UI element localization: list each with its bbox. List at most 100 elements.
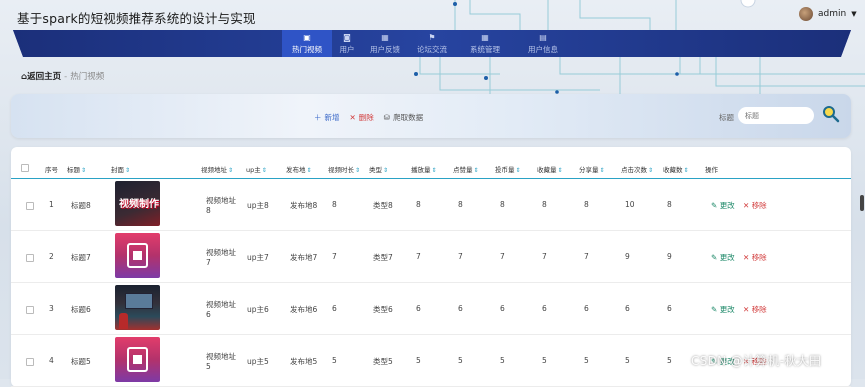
- cell-place: 发布地6: [290, 305, 318, 314]
- cell-clicks: 5: [625, 356, 630, 365]
- nav-item-system[interactable]: ▦ 系统管理: [456, 30, 514, 57]
- edit-button[interactable]: ✎ 更改: [711, 304, 735, 315]
- cell-title: 标题5: [71, 357, 91, 366]
- calendar-icon: ▤: [539, 32, 547, 42]
- add-button[interactable]: ＋新增: [314, 112, 340, 123]
- scrollbar-thumb[interactable]: [860, 195, 864, 211]
- nav-label: 系统管理: [470, 44, 500, 54]
- col-header: 操作: [705, 166, 718, 174]
- cover-image: 视频制作: [115, 181, 160, 226]
- cell-favcount: 8: [667, 200, 672, 209]
- remove-button[interactable]: ✕ 移除: [743, 252, 767, 263]
- cell-type: 类型6: [373, 305, 393, 314]
- search-input[interactable]: [738, 107, 814, 124]
- watermark: CSDN @计算机-秋大田: [691, 354, 822, 368]
- sort-icon: ⇕: [81, 167, 87, 174]
- col-header[interactable]: 播放量⇕: [411, 164, 437, 174]
- cell-no: 3: [49, 304, 54, 313]
- edit-button[interactable]: ✎ 更改: [711, 200, 735, 211]
- breadcrumb-separator: -: [64, 72, 68, 82]
- cell-clicks: 6: [625, 304, 630, 313]
- cell-title: 标题6: [71, 305, 91, 314]
- sort-icon: ⇕: [383, 167, 389, 174]
- row-checkbox[interactable]: [26, 306, 34, 314]
- remove-button[interactable]: ✕ 移除: [743, 304, 767, 315]
- cover-image: [115, 285, 160, 330]
- toolbar-actions: ＋新增 ✕ 删除 ⛁ 爬取数据: [314, 112, 423, 123]
- nav-item-hot-videos[interactable]: ▣ 热门视频: [282, 30, 332, 57]
- cell-no: 1: [49, 200, 54, 209]
- cell-favs: 6: [542, 304, 547, 313]
- edit-button[interactable]: ✎ 更改: [711, 252, 735, 263]
- table-row: 1 标题8 视频制作 视频地址 8 up主8 发布地8 8 类型8 8 8 8 …: [11, 179, 851, 231]
- nav-item-user-info[interactable]: ▤ 用户信息: [514, 30, 572, 57]
- cell-plays: 8: [416, 200, 421, 209]
- sort-icon: ⇕: [648, 167, 654, 174]
- row-checkbox[interactable]: [26, 358, 34, 366]
- cell-url: 视频地址: [206, 196, 236, 205]
- user-icon: ◙: [343, 32, 351, 42]
- cell-url-num: 5: [206, 362, 211, 371]
- crawl-button[interactable]: ⛁ 爬取数据: [384, 112, 423, 123]
- breadcrumb-home[interactable]: ⌂返回主页: [21, 72, 61, 82]
- col-header[interactable]: 投币量⇕: [495, 164, 521, 174]
- edit-icon: ✎: [711, 253, 718, 262]
- avatar: [799, 7, 813, 21]
- col-header[interactable]: 分享量⇕: [579, 164, 605, 174]
- cell-favs: 8: [542, 200, 547, 209]
- col-header[interactable]: up主⇕: [246, 164, 267, 174]
- cell-clicks: 9: [625, 252, 630, 261]
- sort-icon: ⇕: [228, 167, 234, 174]
- cell-coins: 7: [500, 252, 505, 261]
- user-menu[interactable]: admin ▼: [799, 7, 857, 21]
- nav-item-feedback[interactable]: ▦ 用户反馈: [362, 30, 408, 57]
- remove-button[interactable]: ✕ 移除: [743, 200, 767, 211]
- col-header[interactable]: 类型⇕: [369, 164, 388, 174]
- grid-icon: ▦: [481, 32, 489, 42]
- sort-icon: ⇕: [683, 167, 689, 174]
- cell-url: 视频地址: [206, 352, 236, 361]
- sort-icon: ⇕: [557, 167, 563, 174]
- cell-coins: 5: [500, 356, 505, 365]
- col-header[interactable]: 封面⇕: [111, 164, 130, 174]
- col-header[interactable]: 视频地址⇕: [201, 164, 233, 174]
- cell-url-num: 6: [206, 310, 211, 319]
- cell-shares: 8: [584, 200, 589, 209]
- cell-coins: 8: [500, 200, 505, 209]
- table-row: 2 标题7 视频地址 7 up主7 发布地7 7 类型7 7 7 7 7 7 9…: [11, 231, 851, 283]
- col-header[interactable]: 收藏数⇕: [663, 164, 689, 174]
- cell-favs: 7: [542, 252, 547, 261]
- nav-label: 用户信息: [528, 44, 558, 54]
- col-header[interactable]: 点赞量⇕: [453, 164, 479, 174]
- cell-plays: 6: [416, 304, 421, 313]
- col-header[interactable]: 发布地⇕: [286, 164, 312, 174]
- cell-type: 类型8: [373, 201, 393, 210]
- search-icon[interactable]: [822, 105, 840, 123]
- close-icon: ✕: [743, 253, 750, 262]
- nav-item-users[interactable]: ◙ 用户: [332, 30, 362, 57]
- cell-likes: 7: [458, 252, 463, 261]
- col-header[interactable]: 收藏量⇕: [537, 164, 563, 174]
- breadcrumb-current: 热门视频: [70, 72, 105, 82]
- col-header[interactable]: 视频时长⇕: [328, 164, 360, 174]
- cover-image: [115, 337, 160, 382]
- cover-image: [115, 233, 160, 278]
- delete-button[interactable]: ✕ 删除: [350, 112, 374, 123]
- nav-item-forum[interactable]: ⚑ 论坛交流: [408, 30, 456, 57]
- table-header: 序号 标题⇕ 封面⇕ 视频地址⇕ up主⇕ 发布地⇕ 视频时长⇕ 类型⇕ 播放量…: [11, 147, 851, 179]
- col-header[interactable]: 点击次数⇕: [621, 164, 653, 174]
- nav-label: 论坛交流: [417, 44, 447, 54]
- col-header[interactable]: 标题⇕: [67, 164, 86, 174]
- cell-place: 发布地7: [290, 253, 318, 262]
- nav-label: 用户反馈: [370, 44, 400, 54]
- cell-type: 类型7: [373, 253, 393, 262]
- row-checkbox[interactable]: [26, 202, 34, 210]
- select-all-checkbox[interactable]: [21, 164, 29, 172]
- row-checkbox[interactable]: [26, 254, 34, 262]
- cell-title: 标题7: [71, 253, 91, 262]
- video-icon: ▣: [303, 32, 311, 42]
- close-icon: ✕: [743, 201, 750, 210]
- table-row: 3 标题6 视频地址 6 up主6 发布地6 6 类型6 6 6 6 6 6 6…: [11, 283, 851, 335]
- cell-no: 2: [49, 252, 54, 261]
- close-icon: ✕: [743, 305, 750, 314]
